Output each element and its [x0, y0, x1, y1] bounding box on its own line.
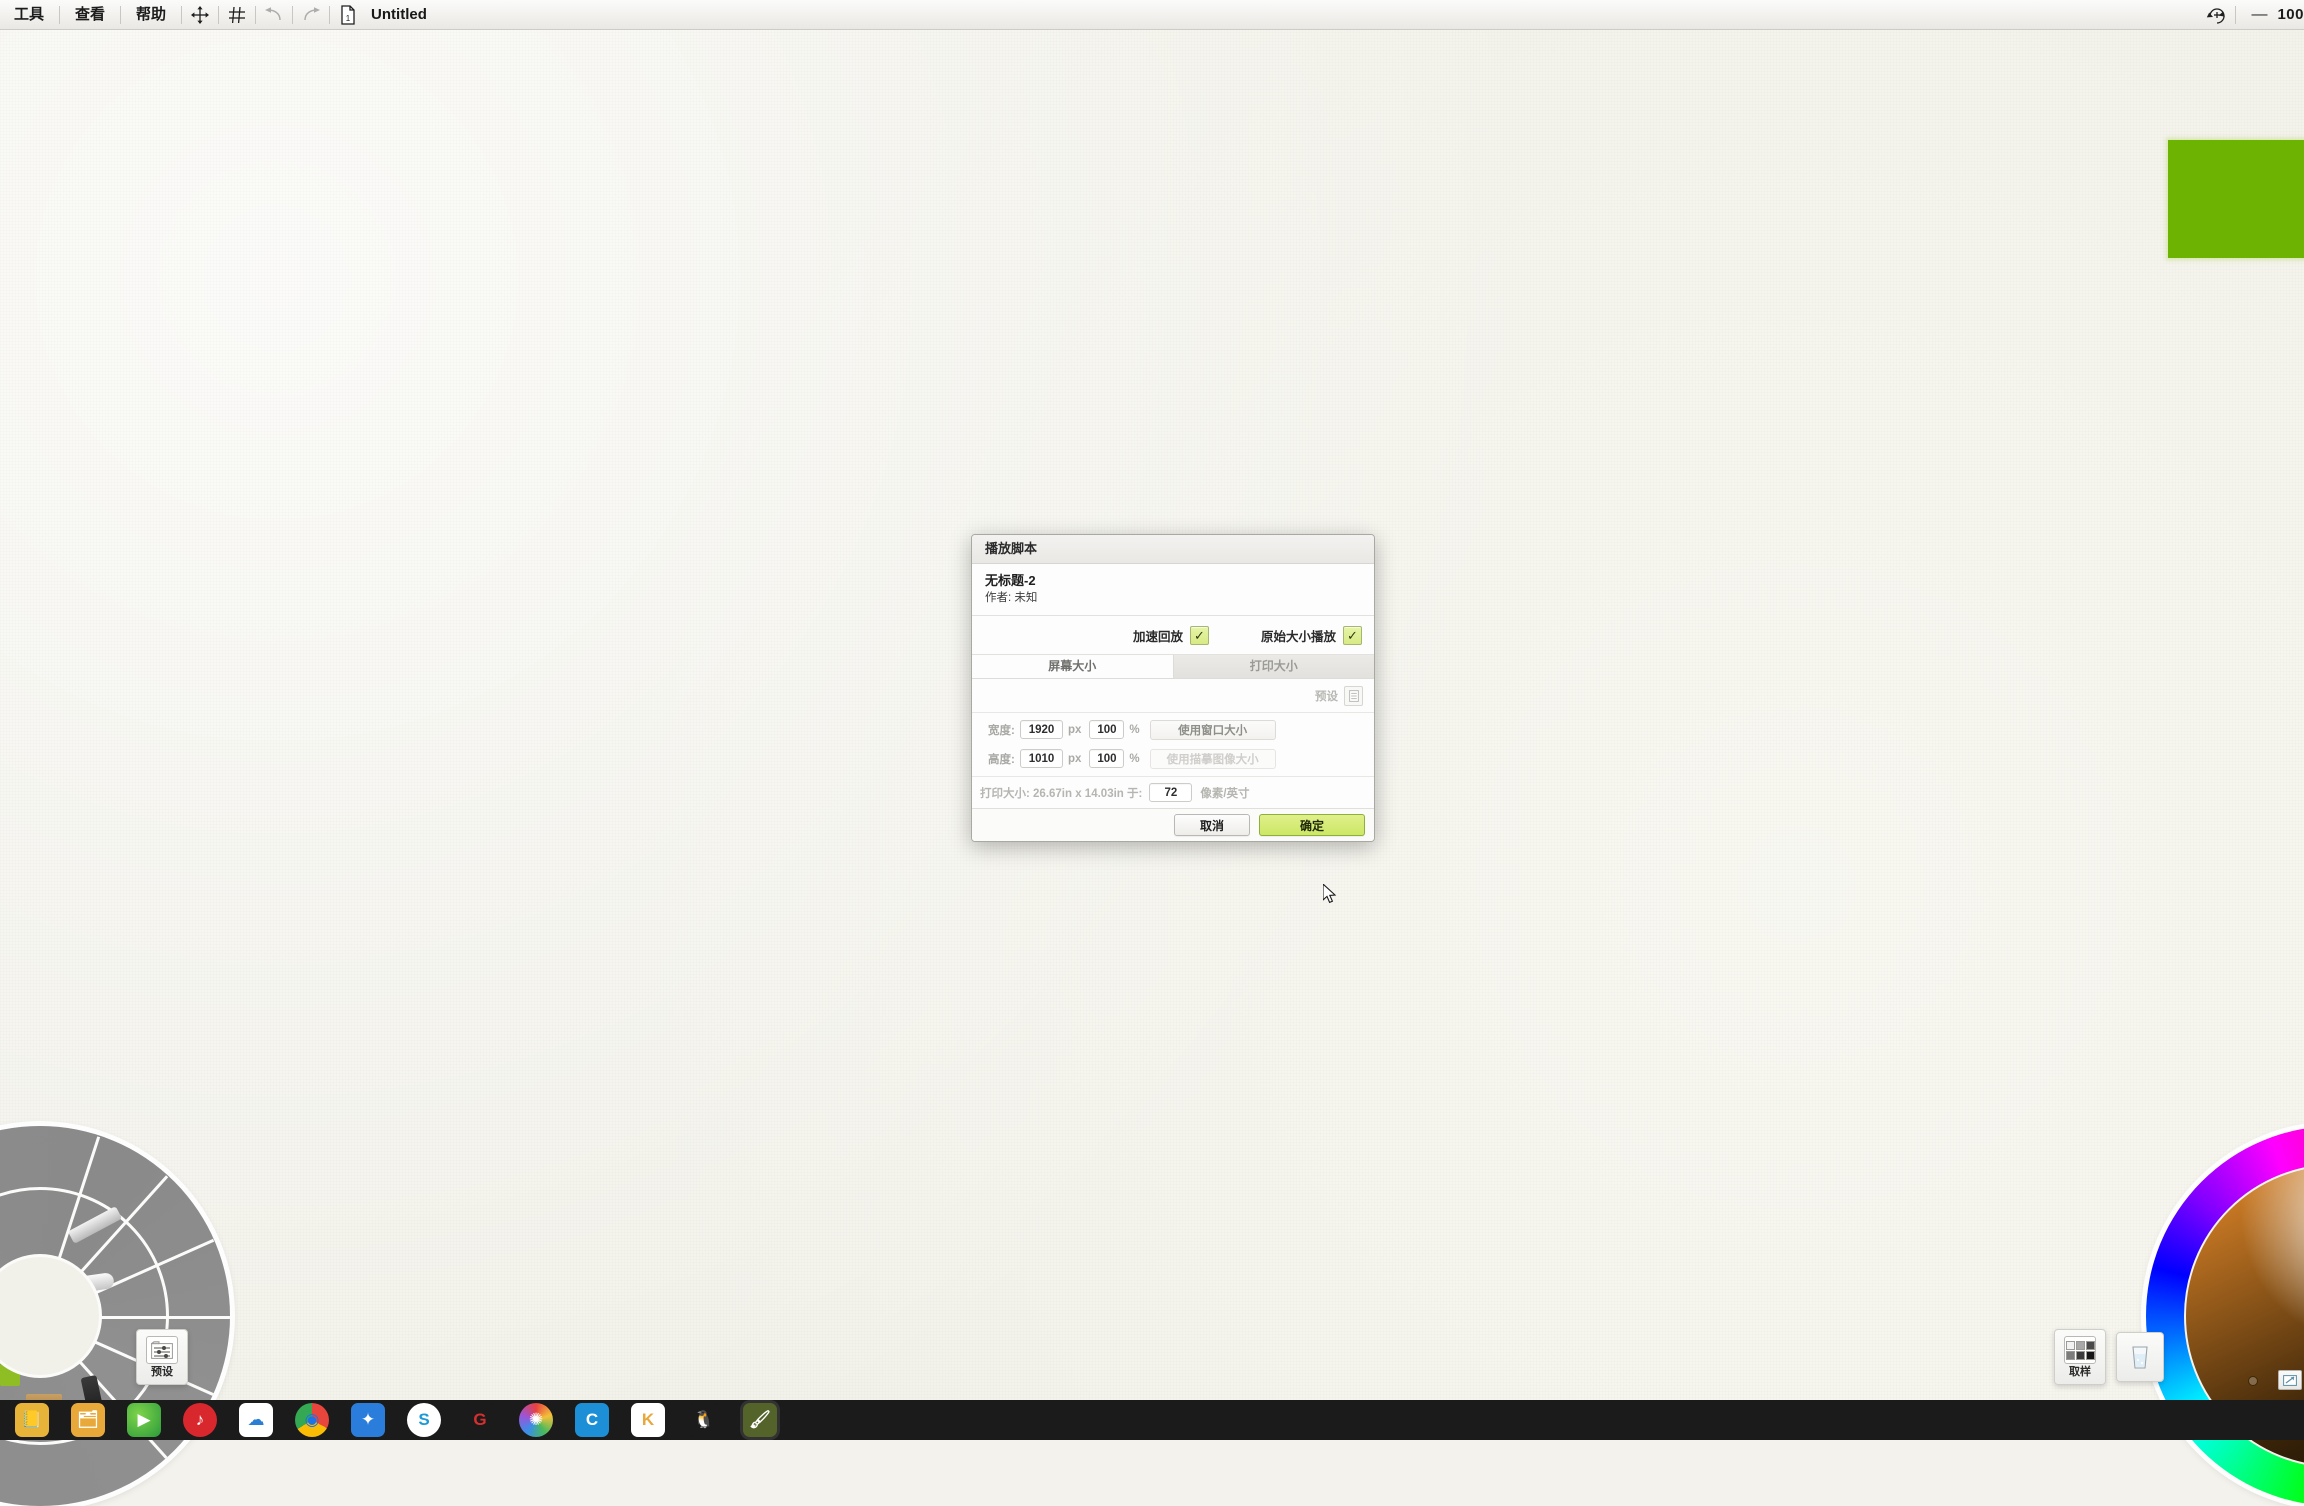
size-fields: 宽度: 1920 px 100 % 使用窗口大小 高度: 1010 px 100…: [972, 713, 1374, 777]
height-label: 高度:: [988, 753, 1015, 766]
panel-resize-handle[interactable]: [2278, 1370, 2302, 1390]
height-percent-unit: %: [1129, 752, 1140, 765]
tab-print-size[interactable]: 打印大小: [1173, 655, 1374, 678]
rotate-canvas-icon[interactable]: [2204, 2, 2230, 28]
document-title: Untitled: [371, 6, 427, 23]
water-panel[interactable]: [2116, 1332, 2164, 1382]
menu-divider: [120, 5, 122, 24]
width-percent-unit: %: [1129, 723, 1140, 736]
menu-divider: [255, 5, 257, 24]
taskbar-icon-chrome[interactable]: ◉: [295, 1403, 329, 1437]
taskbar-icon-color-app[interactable]: ✺: [519, 1403, 553, 1437]
taskbar-icon-qq[interactable]: 🐧: [687, 1403, 721, 1437]
redo-icon[interactable]: [298, 2, 324, 28]
use-tracing-image-size-button[interactable]: 使用描摹图像大小: [1149, 748, 1276, 769]
cancel-button[interactable]: 取消: [1174, 814, 1250, 836]
move-icon[interactable]: [187, 2, 213, 28]
dpi-input[interactable]: 72: [1149, 783, 1193, 802]
swatch-grid-icon: [2064, 1336, 2096, 1364]
taskbar-icon-media-player[interactable]: ▶: [127, 1403, 161, 1437]
svg-text:1: 1: [346, 14, 351, 23]
doc-name: 无标题-2: [985, 573, 1036, 588]
taskbar-icon-file-manager[interactable]: 🗂: [71, 1403, 105, 1437]
ok-button[interactable]: 确定: [1259, 814, 1365, 836]
width-label: 宽度:: [988, 724, 1015, 737]
option-fast-playback-label: 加速回放: [1132, 629, 1183, 644]
width-input[interactable]: 1920: [1020, 720, 1063, 739]
taskbar-icon-cad[interactable]: C: [575, 1403, 609, 1437]
preset-row: 预设: [972, 679, 1374, 713]
taskbar: 📒 🗂 ▶ ♪ ☁ ◉ ✦ S G ✺ C K 🐧 🖌: [0, 1400, 2304, 1440]
taskbar-icon-artrage[interactable]: 🖌: [743, 1403, 777, 1437]
green-paint-stroke: [2168, 140, 2304, 258]
menu-view[interactable]: 查看: [61, 0, 119, 29]
width-row: 宽度: 1920 px 100 % 使用窗口大小: [972, 718, 1374, 741]
dialog-options-row: 加速回放 ✓ 原始大小播放 ✓: [972, 616, 1374, 655]
menu-divider: [59, 5, 61, 24]
grid-icon[interactable]: [224, 2, 250, 28]
option-original-size[interactable]: 原始大小播放 ✓: [1260, 625, 1362, 645]
menu-divider: [181, 5, 183, 24]
height-input[interactable]: 1010: [1020, 749, 1063, 768]
taskbar-icon-netease-music[interactable]: ♪: [183, 1403, 217, 1437]
checkbox-fast-playback[interactable]: ✓: [1189, 625, 1209, 645]
taskbar-icon-sogou[interactable]: S: [407, 1403, 441, 1437]
preset-label: 预设: [1315, 690, 1338, 703]
option-original-size-label: 原始大小播放: [1260, 629, 1336, 644]
menu-tools[interactable]: 工具: [0, 0, 58, 29]
swatch-grid: [2065, 1340, 2095, 1360]
sample-label: 取样: [2069, 1366, 2091, 1378]
dialog-title: 播放脚本: [972, 535, 1374, 564]
width-percent-input[interactable]: 100: [1089, 720, 1125, 739]
height-row: 高度: 1010 px 100 % 使用描摹图像大小: [972, 747, 1374, 770]
document-icon[interactable]: 1: [335, 2, 361, 28]
option-fast-playback[interactable]: 加速回放 ✓: [1132, 625, 1209, 645]
height-unit: px: [1068, 752, 1082, 765]
taskbar-icon-foxmail[interactable]: ✦: [351, 1403, 385, 1437]
use-window-size-button[interactable]: 使用窗口大小: [1149, 719, 1276, 740]
taskbar-icon-notes[interactable]: 📒: [15, 1403, 49, 1437]
taskbar-icon-office[interactable]: K: [631, 1403, 665, 1437]
water-glass-icon: [2132, 1346, 2148, 1369]
menubar-right-group: — 100: [2200, 2, 2304, 28]
doc-author: 作者: 未知: [985, 592, 1038, 604]
width-unit: px: [1068, 723, 1082, 736]
dialog-tabs: 屏幕大小 打印大小: [972, 655, 1374, 679]
play-script-dialog: 播放脚本 无标题-2 作者: 未知 加速回放 ✓ 原始大小播放 ✓ 屏幕大小 打…: [971, 534, 1375, 842]
dpi-unit-label: 像素/英寸: [1200, 787, 1250, 800]
checkbox-original-size[interactable]: ✓: [1343, 625, 1362, 645]
zoom-level[interactable]: 100: [2277, 6, 2304, 23]
color-wheel[interactable]: [2146, 1126, 2304, 1506]
dialog-doc-info: 无标题-2 作者: 未知: [972, 564, 1374, 616]
menu-help[interactable]: 帮助: [122, 0, 180, 29]
menubar: 工具 查看 帮助 1 Untitled — 100: [0, 0, 2304, 30]
undo-icon[interactable]: [261, 2, 287, 28]
sliders-icon: [146, 1336, 178, 1364]
tab-screen-size[interactable]: 屏幕大小: [972, 655, 1174, 678]
print-size-text: 打印大小: 26.67in x 14.03in 于:: [980, 787, 1143, 800]
menu-divider: [292, 5, 294, 24]
menu-divider: [329, 5, 331, 24]
color-selector-dot[interactable]: [2248, 1376, 2258, 1386]
taskbar-icon-baidu-netdisk[interactable]: ☁: [239, 1403, 273, 1437]
presets-panel[interactable]: 预设: [136, 1329, 188, 1385]
zoom-out-button[interactable]: —: [2251, 6, 2267, 24]
dialog-footer: 取消 确定: [972, 809, 1374, 841]
sample-panel[interactable]: 取样: [2054, 1329, 2106, 1385]
height-percent-input[interactable]: 100: [1089, 749, 1125, 768]
presets-label: 预设: [151, 1366, 173, 1378]
menu-divider: [218, 5, 220, 24]
print-size-row: 打印大小: 26.67in x 14.03in 于: 72 像素/英寸: [972, 777, 1374, 809]
taskbar-icon-browser[interactable]: G: [463, 1403, 497, 1437]
menu-divider: [2235, 5, 2237, 24]
list-preset-icon[interactable]: [1344, 685, 1363, 706]
